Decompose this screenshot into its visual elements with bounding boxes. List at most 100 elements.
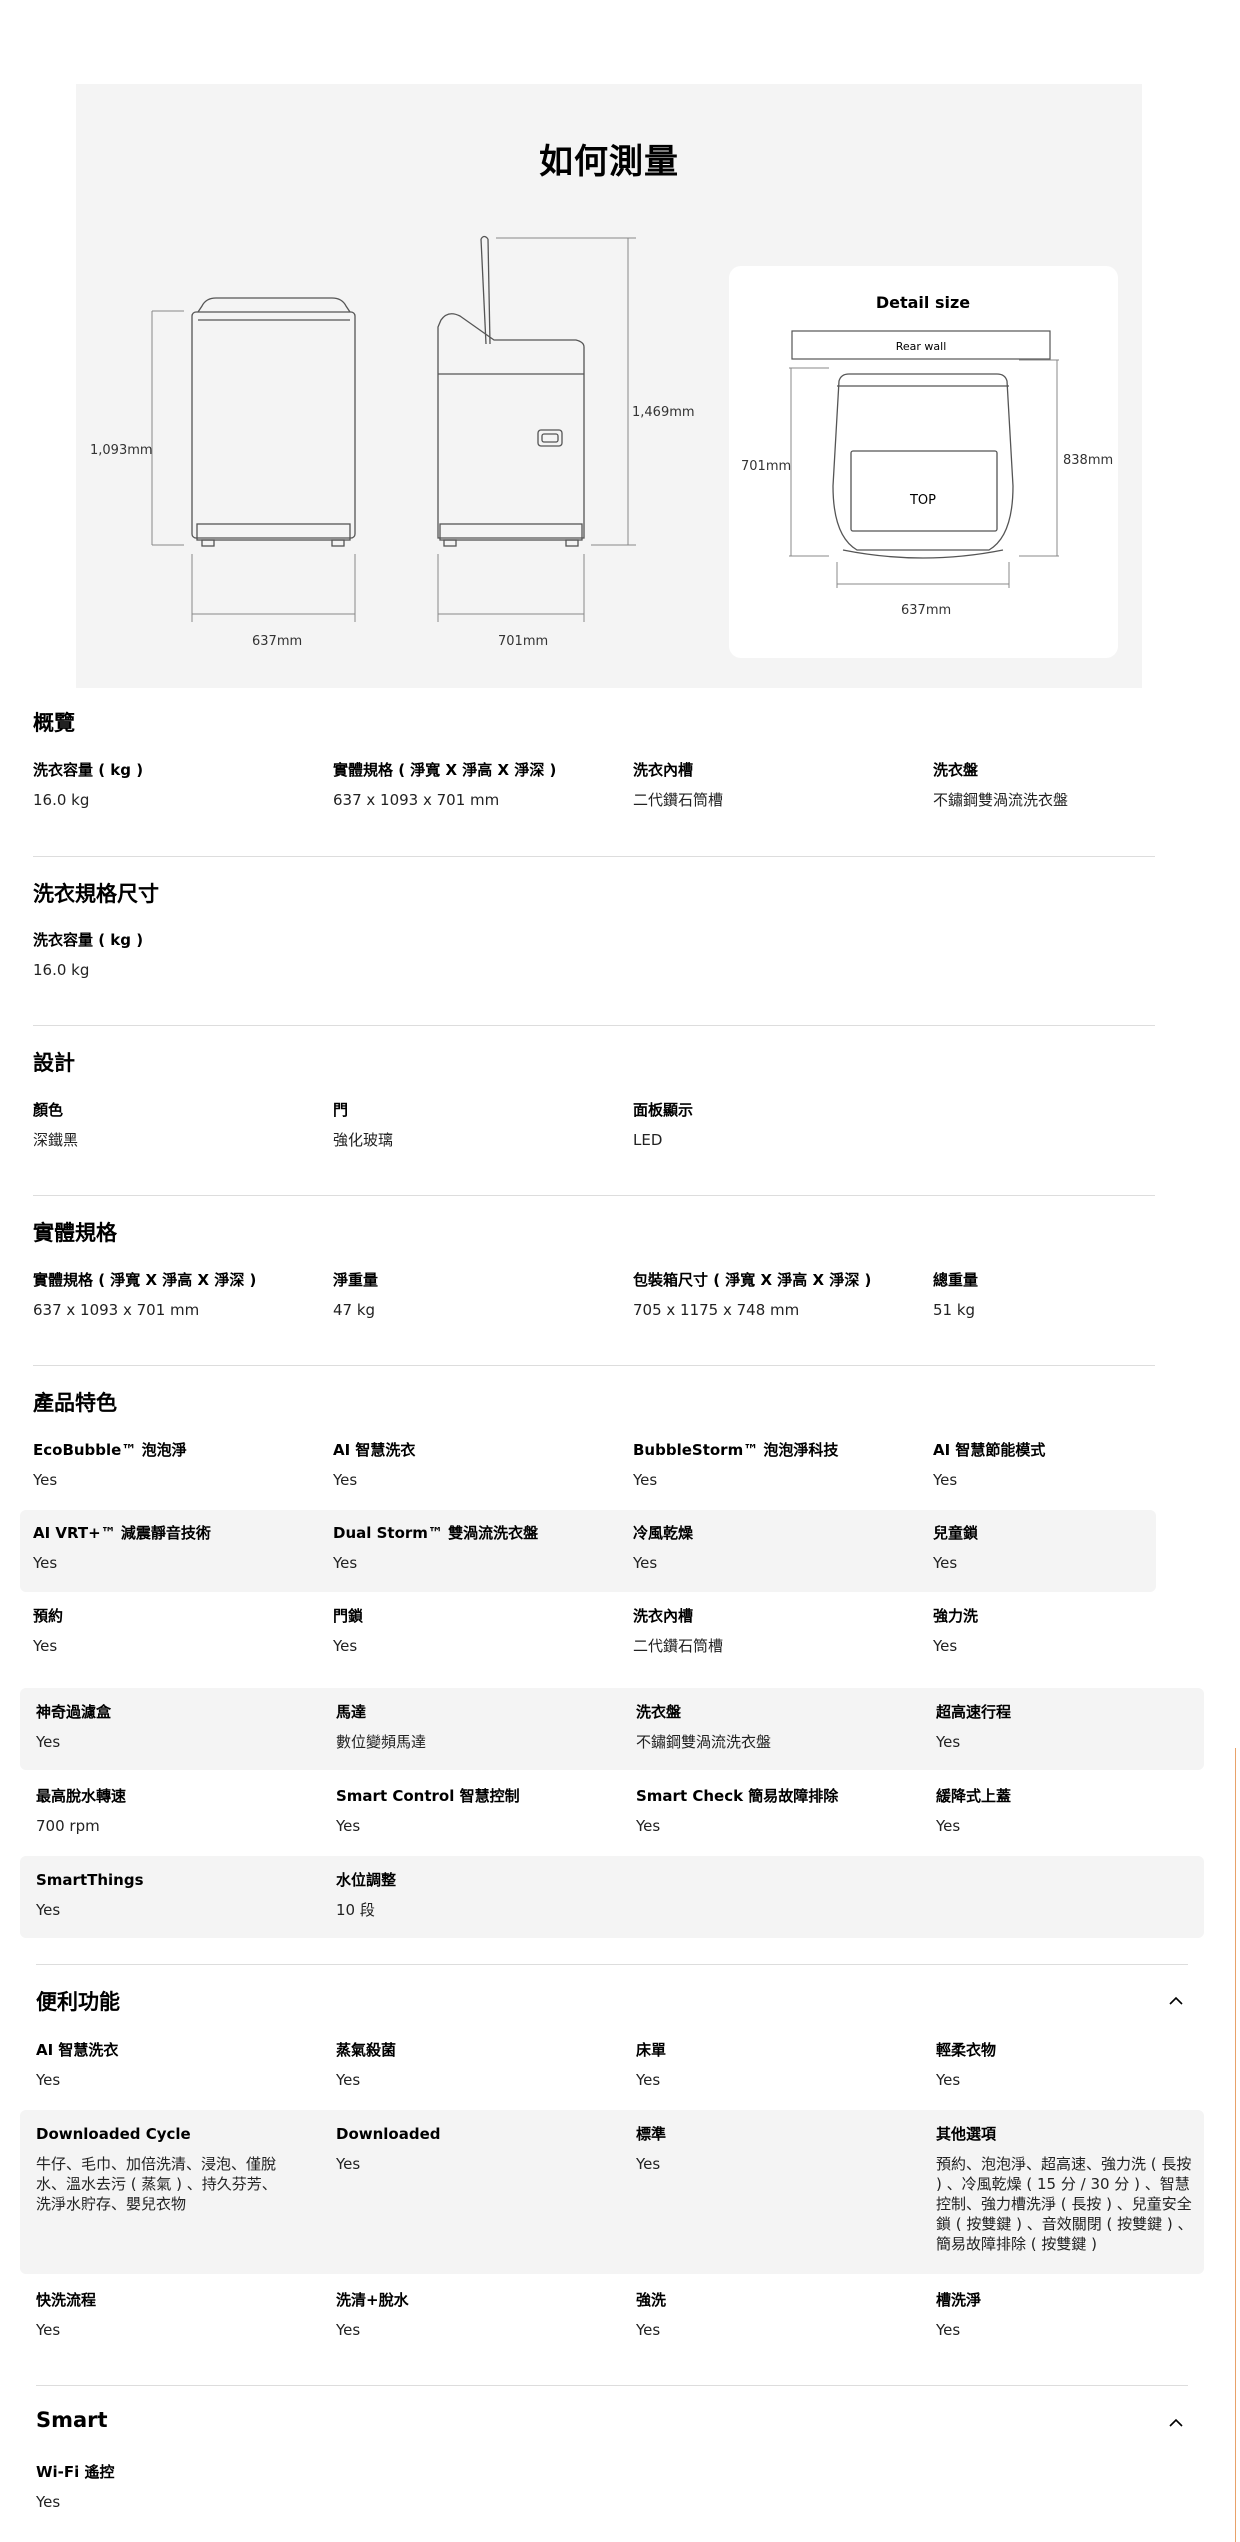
- spec-item: 洗衣內槽 二代鑽石筒槽: [633, 1606, 913, 1656]
- detail-width-label: 637mm: [901, 603, 951, 618]
- smart-row: Wi-Fi 遙控 Yes: [36, 2462, 1156, 2542]
- overview-title: 概覽: [33, 711, 75, 735]
- spec-item: BubbleStorm™ 泡泡淨科技 Yes: [633, 1440, 913, 1490]
- spec-value: Yes: [636, 2321, 661, 2339]
- spec-label: 預約: [33, 1607, 64, 1625]
- spec-label: 馬達: [336, 1703, 367, 1721]
- spec-item: 淨重量 47 kg: [333, 1270, 613, 1320]
- features-title: 產品特色: [33, 1391, 117, 1415]
- spec-label: 門: [333, 1101, 349, 1119]
- spec-label: 水位調整: [336, 1871, 397, 1889]
- spec-label: 超高速行程: [936, 1703, 1012, 1721]
- spec-item: 洗衣盤不鏽鋼雙渦流洗衣盤: [636, 1702, 916, 1752]
- side-view-washer: [437, 235, 585, 547]
- spec-label: 顏色: [33, 1101, 64, 1119]
- spec-item: 水位調整 10 段: [336, 1870, 616, 1920]
- spec-value: 637 x 1093 x 701 mm: [33, 1301, 200, 1319]
- measurement-panel: 如何測量 1,093mm 637mm 1,469mm 701mm Detail …: [76, 84, 1142, 688]
- spec-value: 不鏽鋼雙渦流洗衣盤: [636, 1733, 772, 1751]
- spec-item: AI VRT+™ 減震靜音技術 Yes: [33, 1523, 313, 1573]
- convenience-title: 便利功能: [36, 1990, 120, 2014]
- spec-label: 洗衣內槽: [633, 761, 694, 779]
- spec-label: 洗衣盤: [636, 1703, 682, 1721]
- spec-value: 700 rpm: [36, 1817, 100, 1835]
- features-row: EcoBubble™ 泡泡淨 Yes AI 智慧洗衣 Yes BubbleStorm…: [33, 1440, 1153, 1520]
- spec-label: 標準: [636, 2125, 667, 2143]
- detail-size-card: Detail size Rear wall TOP 701mm 838mm 63…: [729, 266, 1118, 658]
- spec-value: Yes: [36, 1901, 61, 1919]
- spec-label: EcoBubble™ 泡泡淨: [33, 1441, 187, 1459]
- spec-label: 淨重量: [333, 1271, 379, 1289]
- spec-value: 705 x 1175 x 748 mm: [633, 1301, 800, 1319]
- spec-value: Yes: [336, 1817, 361, 1835]
- spec-value: 16.0 kg: [33, 961, 90, 979]
- spec-label: AI 智慧節能模式: [933, 1441, 1046, 1459]
- spec-item: 快洗流程 Yes: [36, 2290, 316, 2340]
- chevron-up-icon[interactable]: [1168, 2415, 1184, 2431]
- spec-value: Yes: [33, 1554, 58, 1572]
- divider: [33, 1365, 1155, 1366]
- spec-label: 強力洗: [933, 1607, 979, 1625]
- spec-item: 面板顯示 LED: [633, 1100, 913, 1150]
- spec-value: 牛仔、毛巾、加倍洗清、浸泡、僅脫水、溫水去污 ( 蒸氣 ) 、持久芬芳、洗淨水貯…: [36, 2155, 277, 2213]
- washer-dimension-drawing: 1,093mm 637mm 1,469mm 701mm: [90, 235, 695, 649]
- divider: [36, 2385, 1188, 2386]
- spec-label: 蒸氣殺菌: [336, 2041, 397, 2059]
- design-row: 顏色 深鐵黑 門強化玻璃 面板顯示 LED: [33, 1100, 1153, 1180]
- spec-item: 超高速行程 Yes: [936, 1702, 1216, 1752]
- spec-value: 強化玻璃: [333, 1131, 394, 1149]
- spec-label: 實體規格 ( 淨寬 X 淨高 X 淨深 ): [33, 1271, 257, 1289]
- detail-size-title: Detail size: [876, 293, 970, 312]
- spec-value: 數位變頻馬達: [336, 1733, 427, 1751]
- spec-item: 門鎖 Yes: [333, 1606, 613, 1656]
- spec-label: 包裝箱尺寸 ( 淨寬 X 淨高 X 淨深 ): [633, 1271, 872, 1289]
- convenience-row: Downloaded Cycle 牛仔、毛巾、加倍洗清、浸泡、僅脫水、溫水去污 (…: [20, 2110, 1204, 2274]
- spec-item: 強洗 Yes: [636, 2290, 916, 2340]
- front-view-washer: [191, 297, 356, 547]
- spec-label: 實體規格 ( 淨寬 X 淨高 X 淨深 ): [333, 761, 557, 779]
- spec-value: Yes: [336, 2155, 361, 2173]
- spec-value: Yes: [936, 1817, 961, 1835]
- overview-row: 洗衣容量 ( kg ) 16.0 kg 實體規格 ( 淨寬 X 淨高 X 淨深 )…: [33, 760, 1153, 840]
- spec-label: AI 智慧洗衣: [333, 1441, 416, 1459]
- spec-item: Wi-Fi 遙控 Yes: [36, 2462, 316, 2512]
- spec-value: Yes: [333, 1554, 358, 1572]
- physical-title: 實體規格: [33, 1221, 117, 1245]
- spec-item: AI 智慧節能模式 Yes: [933, 1440, 1213, 1490]
- front-height-label: 1,093mm: [90, 443, 153, 458]
- spec-label: Smart Check 簡易故障排除: [636, 1787, 839, 1805]
- spec-value: 51 kg: [933, 1301, 976, 1319]
- spec-item: 門強化玻璃: [333, 1100, 613, 1150]
- divider: [33, 856, 1155, 857]
- design-title: 設計: [33, 1051, 75, 1075]
- scroll-indicator-line: [1235, 1748, 1236, 2542]
- side-height-label: 1,469mm: [632, 405, 695, 420]
- spec-value: Yes: [936, 2321, 961, 2339]
- convenience-row: AI 智慧洗衣 Yes 蒸氣殺菌 Yes 床單 Yes 輕柔衣物 Yes: [36, 2040, 1156, 2120]
- rear-wall-label: Rear wall: [896, 340, 947, 353]
- spec-value: Yes: [36, 2493, 61, 2511]
- divider: [33, 1195, 1155, 1196]
- wash-spec-title: 洗衣規格尺寸: [33, 882, 159, 906]
- spec-value: Yes: [933, 1637, 958, 1655]
- detail-depth-lid-label: 838mm: [1063, 453, 1113, 468]
- detail-size-drawing: Detail size Rear wall TOP 701mm 838mm 63…: [741, 293, 1113, 618]
- spec-label: SmartThings: [36, 1871, 144, 1889]
- spec-label: 洗衣內槽: [633, 1607, 694, 1625]
- divider: [36, 1964, 1188, 1965]
- spec-value: 47 kg: [333, 1301, 376, 1319]
- spec-label: 洗清+脫水: [336, 2291, 409, 2309]
- side-depth-label: 701mm: [498, 634, 548, 649]
- features-row: SmartThings Yes 水位調整 10 段: [20, 1856, 1204, 1938]
- spec-item: 其他選項 預約、泡泡淨、超高速、強力洗 ( 長按 ) 、冷風乾燥 ( 15 分 /…: [936, 2124, 1196, 2254]
- spec-value: 16.0 kg: [33, 791, 90, 809]
- spec-value: 637 x 1093 x 701 mm: [333, 791, 500, 809]
- spec-label: 冷風乾燥: [633, 1524, 694, 1542]
- spec-label: AI 智慧洗衣: [36, 2041, 119, 2059]
- spec-item: EcoBubble™ 泡泡淨 Yes: [33, 1440, 313, 1490]
- chevron-up-icon[interactable]: [1168, 1993, 1184, 2009]
- spec-value: 二代鑽石筒槽: [633, 791, 724, 809]
- spec-label: 洗衣容量 ( kg ): [33, 931, 144, 949]
- features-row: 預約 Yes 門鎖 Yes 洗衣內槽 二代鑽石筒槽 強力洗 Yes: [33, 1606, 1153, 1686]
- spec-label: 神奇過濾盒: [36, 1703, 112, 1721]
